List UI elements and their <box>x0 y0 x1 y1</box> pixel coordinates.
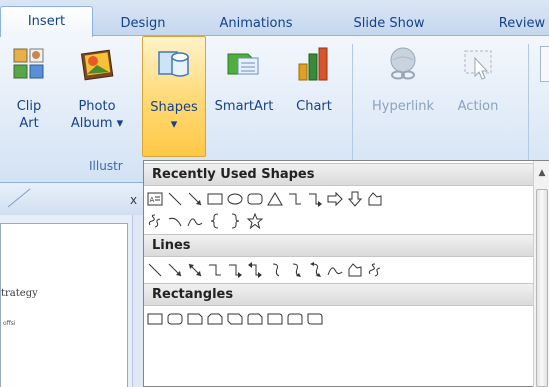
arrow-shape-icon[interactable] <box>186 190 204 208</box>
arc-shape-icon[interactable] <box>166 212 184 230</box>
rectangle-shape-icon[interactable] <box>206 190 224 208</box>
slide-thumbnail[interactable]: trategy offsi <box>0 223 128 387</box>
gallery-scrollbar[interactable]: ▲ <box>533 161 549 387</box>
chart-label: Chart <box>296 99 332 114</box>
freeform-shape-icon[interactable] <box>366 190 384 208</box>
down-arrow-shape-icon[interactable] <box>346 190 364 208</box>
pane-tab-icon <box>8 188 31 208</box>
photo-album-label-2: Album ▾ <box>70 116 124 131</box>
curved-arrow-connector-icon[interactable] <box>286 261 304 279</box>
oval-shape-icon[interactable] <box>226 190 244 208</box>
elbow-double-arrow-connector-icon[interactable] <box>246 261 264 279</box>
section-header-recently-used: Recently Used Shapes <box>144 163 533 186</box>
snip-diagonal-corner-rectangle-icon[interactable] <box>226 310 244 328</box>
svg-text:A: A <box>150 196 155 204</box>
chart-icon <box>296 46 332 82</box>
slides-pane-header: x <box>0 183 150 215</box>
snip-single-corner-rectangle-icon[interactable] <box>186 310 204 328</box>
section-header-rectangles: Rectangles <box>144 283 533 306</box>
action-label: Action <box>457 99 499 114</box>
group-label-illustrations: Illustr <box>89 159 123 173</box>
scroll-up-icon[interactable]: ▲ <box>536 167 548 179</box>
group-separator <box>352 44 353 174</box>
recent-shapes-row-2 <box>146 210 266 232</box>
line-shape-icon[interactable] <box>166 190 184 208</box>
scribble-icon[interactable] <box>366 261 384 279</box>
action-icon <box>460 46 496 82</box>
left-brace-shape-icon[interactable] <box>206 212 224 230</box>
photo-album-icon <box>79 46 115 82</box>
snip-same-side-corner-rectangle-icon[interactable] <box>206 310 224 328</box>
clip-art-label: Clip <box>16 99 42 114</box>
curved-connector-icon[interactable] <box>266 261 284 279</box>
snip-round-corner-rectangle-icon[interactable] <box>246 310 264 328</box>
clip-art-icon <box>11 46 47 82</box>
group-separator-2 <box>528 44 529 174</box>
star-shape-icon[interactable] <box>246 212 264 230</box>
line-icon[interactable] <box>146 261 164 279</box>
shapes-label: Shapes <box>150 100 198 115</box>
rounded-rectangle-shape-icon[interactable] <box>246 190 264 208</box>
tab-review[interactable]: Review <box>482 13 549 36</box>
next-group-icon <box>540 46 549 82</box>
shapes-dropdown-arrow: ▾ <box>170 117 178 132</box>
curve-shape-icon[interactable] <box>186 212 204 230</box>
smartart-button[interactable]: SmartArt <box>208 36 280 148</box>
clip-art-button[interactable]: Clip Art <box>6 36 52 148</box>
arrow-icon[interactable] <box>166 261 184 279</box>
hyperlink-button[interactable]: Hyperlink <box>366 36 440 148</box>
section-header-lines: Lines <box>144 234 533 257</box>
slides-pane: x trategy offsi <box>0 182 150 387</box>
smartart-label: SmartArt <box>214 99 274 114</box>
recent-shapes-row-1: A <box>146 188 386 210</box>
right-brace-shape-icon[interactable] <box>226 212 244 230</box>
elbow-connector-icon[interactable] <box>206 261 224 279</box>
rectangles-row <box>146 308 326 330</box>
elbow-arrow-connector-icon[interactable] <box>226 261 244 279</box>
curve-icon[interactable] <box>326 261 344 279</box>
rectangle-icon[interactable] <box>146 310 164 328</box>
photo-album-button[interactable]: Photo Album ▾ <box>62 36 132 148</box>
elbow-arrow-connector-shape-icon[interactable] <box>306 190 324 208</box>
hyperlink-label: Hyperlink <box>371 99 435 114</box>
tab-animations[interactable]: Animations <box>201 13 311 36</box>
smartart-icon <box>226 46 262 82</box>
chart-button[interactable]: Chart <box>286 36 342 148</box>
tab-insert[interactable]: Insert <box>0 6 93 37</box>
text-box-shape-icon[interactable]: A <box>146 190 164 208</box>
photo-album-label: Photo <box>78 99 116 114</box>
tab-slide-show[interactable]: Slide Show <box>339 13 439 36</box>
ribbon-tab-bar: Insert Design Animations Slide Show Revi… <box>0 0 549 37</box>
clip-art-label-2: Art <box>19 116 39 131</box>
rounded-rectangle-icon[interactable] <box>166 310 184 328</box>
tab-design[interactable]: Design <box>103 13 183 36</box>
lines-row <box>146 259 386 281</box>
scribble-shape-icon[interactable] <box>146 212 164 230</box>
shapes-gallery: Recently Used Shapes A Lines Rectangles … <box>143 160 549 387</box>
double-arrow-icon[interactable] <box>186 261 204 279</box>
shapes-button[interactable]: Shapes ▾ <box>142 36 206 157</box>
elbow-connector-shape-icon[interactable] <box>286 190 304 208</box>
hyperlink-icon <box>385 46 421 82</box>
round-single-corner-rectangle-icon[interactable] <box>266 310 284 328</box>
round-diagonal-corner-rectangle-icon[interactable] <box>306 310 324 328</box>
action-button[interactable]: Action <box>446 36 510 148</box>
close-icon[interactable]: x <box>130 193 137 207</box>
round-same-side-corner-rectangle-icon[interactable] <box>286 310 304 328</box>
shapes-icon <box>156 47 192 83</box>
right-arrow-shape-icon[interactable] <box>326 190 344 208</box>
scrollbar-thumb[interactable] <box>536 189 548 387</box>
triangle-shape-icon[interactable] <box>266 190 284 208</box>
slide-subtext: offsi <box>3 320 16 327</box>
slide-text: trategy <box>1 288 38 299</box>
curved-double-arrow-connector-icon[interactable] <box>306 261 324 279</box>
freeform-icon[interactable] <box>346 261 364 279</box>
